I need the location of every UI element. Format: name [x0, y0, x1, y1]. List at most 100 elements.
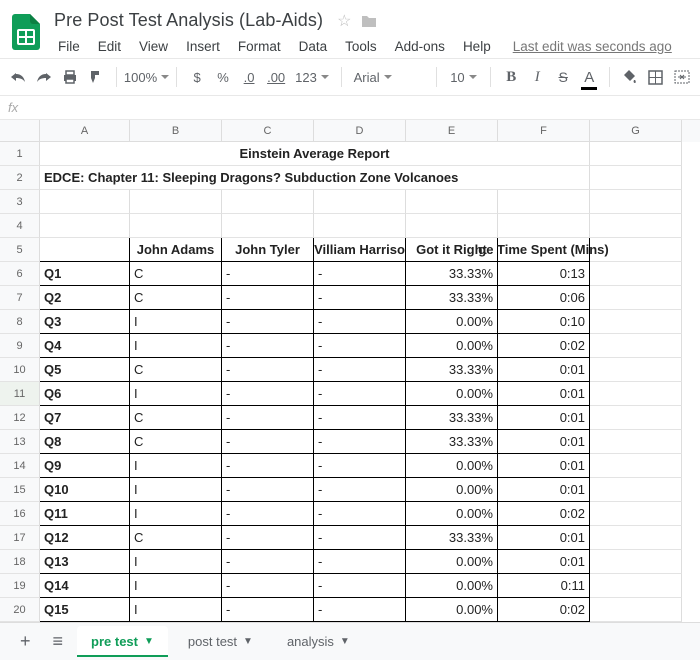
- cell[interactable]: [590, 334, 682, 358]
- cell-response[interactable]: I: [130, 382, 222, 406]
- sheets-logo-icon[interactable]: [8, 8, 44, 56]
- cell-response[interactable]: -: [222, 382, 314, 406]
- row-header[interactable]: 3: [0, 190, 40, 214]
- cell-response[interactable]: -: [222, 262, 314, 286]
- cell[interactable]: [590, 454, 682, 478]
- cell-response[interactable]: -: [314, 382, 406, 406]
- cell-pct-correct[interactable]: 33.33%: [406, 526, 498, 550]
- cell[interactable]: [406, 190, 498, 214]
- cell[interactable]: [590, 142, 682, 166]
- column-header-A[interactable]: A: [40, 120, 130, 142]
- cell-response[interactable]: -: [222, 502, 314, 526]
- row-header[interactable]: 20: [0, 598, 40, 622]
- cell-response[interactable]: I: [130, 598, 222, 622]
- column-header-G[interactable]: G: [590, 120, 682, 142]
- move-folder-icon[interactable]: [361, 14, 377, 28]
- cell-question[interactable]: Q10: [40, 478, 130, 502]
- cell-response[interactable]: -: [314, 406, 406, 430]
- cell-header-blank[interactable]: [40, 238, 130, 262]
- cell-question[interactable]: Q2: [40, 286, 130, 310]
- cell-pct-correct[interactable]: 0.00%: [406, 598, 498, 622]
- cell-response[interactable]: -: [222, 358, 314, 382]
- cell-response[interactable]: C: [130, 358, 222, 382]
- chevron-down-icon[interactable]: ▼: [340, 636, 350, 647]
- cell[interactable]: [590, 430, 682, 454]
- paint-format-icon[interactable]: [88, 67, 104, 87]
- borders-icon[interactable]: [648, 67, 664, 87]
- cell-response[interactable]: I: [130, 454, 222, 478]
- cell[interactable]: [590, 190, 682, 214]
- cell[interactable]: [314, 214, 406, 238]
- cell-response[interactable]: I: [130, 478, 222, 502]
- cell-time-spent[interactable]: 0:01: [498, 550, 590, 574]
- row-header[interactable]: 5: [0, 238, 40, 262]
- row-header[interactable]: 2: [0, 166, 40, 190]
- fill-color-icon[interactable]: [622, 67, 638, 87]
- all-sheets-button[interactable]: ≡: [45, 627, 72, 656]
- cell-pct-correct[interactable]: 0.00%: [406, 382, 498, 406]
- cell-pct-correct[interactable]: 33.33%: [406, 358, 498, 382]
- menu-view[interactable]: View: [131, 35, 176, 58]
- cell-report-subtitle[interactable]: EDCE: Chapter 11: Sleeping Dragons? Subd…: [40, 166, 590, 190]
- cell[interactable]: [130, 190, 222, 214]
- cell-response[interactable]: C: [130, 430, 222, 454]
- last-edit-link[interactable]: Last edit was seconds ago: [513, 39, 672, 54]
- cell[interactable]: [40, 190, 130, 214]
- merge-cells-icon[interactable]: [674, 67, 690, 87]
- redo-icon[interactable]: [36, 67, 52, 87]
- cell-pct-correct[interactable]: 0.00%: [406, 502, 498, 526]
- cell[interactable]: [406, 214, 498, 238]
- cell-header-student[interactable]: Villiam Harriso: [314, 238, 406, 262]
- cell-response[interactable]: C: [130, 262, 222, 286]
- menu-help[interactable]: Help: [455, 35, 499, 58]
- cell-response[interactable]: -: [314, 286, 406, 310]
- cell[interactable]: [590, 574, 682, 598]
- cell[interactable]: [590, 166, 682, 190]
- cell-question[interactable]: Q6: [40, 382, 130, 406]
- cell[interactable]: [590, 262, 682, 286]
- menu-addons[interactable]: Add-ons: [387, 35, 453, 58]
- cell-response[interactable]: I: [130, 550, 222, 574]
- cell-time-spent[interactable]: 0:01: [498, 478, 590, 502]
- cell[interactable]: [222, 190, 314, 214]
- cell-response[interactable]: -: [314, 454, 406, 478]
- cell-question[interactable]: Q9: [40, 454, 130, 478]
- row-header[interactable]: 16: [0, 502, 40, 526]
- cell[interactable]: [130, 214, 222, 238]
- row-header[interactable]: 7: [0, 286, 40, 310]
- row-header[interactable]: 19: [0, 574, 40, 598]
- cell-report-title[interactable]: Einstein Average Report: [40, 142, 590, 166]
- cell-response[interactable]: C: [130, 406, 222, 430]
- row-header[interactable]: 14: [0, 454, 40, 478]
- cell-time-spent[interactable]: 0:01: [498, 430, 590, 454]
- sheet-tab-post-test[interactable]: post test ▼: [174, 626, 267, 657]
- spreadsheet-grid[interactable]: A B C D E F G 1Einstein Average Report2E…: [0, 120, 700, 622]
- column-header-D[interactable]: D: [314, 120, 406, 142]
- menu-edit[interactable]: Edit: [90, 35, 129, 58]
- cell-response[interactable]: I: [130, 502, 222, 526]
- cell-response[interactable]: -: [314, 526, 406, 550]
- increase-decimal-button[interactable]: .00: [267, 67, 285, 87]
- menu-tools[interactable]: Tools: [337, 35, 385, 58]
- cell[interactable]: [498, 190, 590, 214]
- cell[interactable]: [590, 214, 682, 238]
- row-header[interactable]: 15: [0, 478, 40, 502]
- cell-time-spent[interactable]: 0:01: [498, 358, 590, 382]
- undo-icon[interactable]: [10, 67, 26, 87]
- row-header[interactable]: 13: [0, 430, 40, 454]
- cell[interactable]: [590, 550, 682, 574]
- cell[interactable]: [590, 406, 682, 430]
- decrease-decimal-button[interactable]: .0: [241, 67, 257, 87]
- cell-time-spent[interactable]: 0:01: [498, 406, 590, 430]
- cell-pct-correct[interactable]: 0.00%: [406, 550, 498, 574]
- cell-response[interactable]: -: [314, 478, 406, 502]
- cell[interactable]: [498, 214, 590, 238]
- star-icon[interactable]: ☆: [337, 11, 351, 31]
- select-all-corner[interactable]: [0, 120, 40, 142]
- cell[interactable]: [222, 214, 314, 238]
- cell-response[interactable]: -: [314, 358, 406, 382]
- cell-pct-correct[interactable]: 0.00%: [406, 334, 498, 358]
- print-icon[interactable]: [62, 67, 78, 87]
- cell-response[interactable]: -: [314, 574, 406, 598]
- cell-question[interactable]: Q4: [40, 334, 130, 358]
